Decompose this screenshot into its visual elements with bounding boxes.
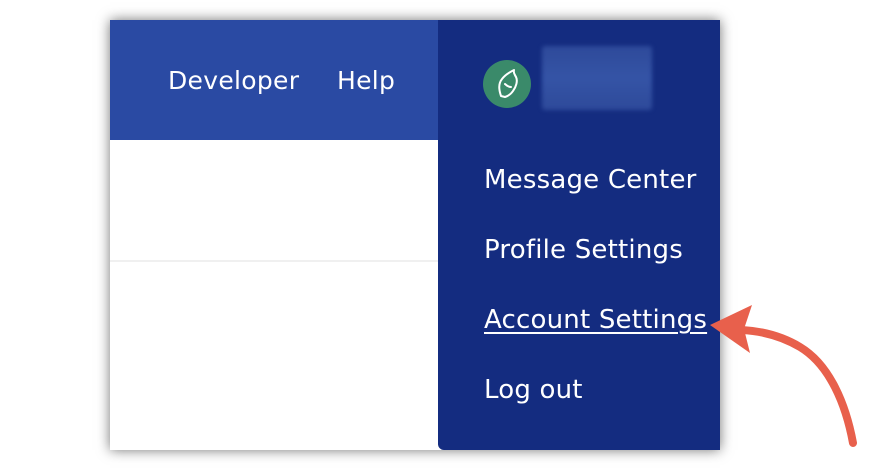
avatar-glyph-icon — [498, 69, 518, 98]
menu-item-profile-settings[interactable]: Profile Settings — [484, 234, 683, 266]
menu-item-account-settings[interactable]: Account Settings — [484, 304, 707, 336]
app-window: Developer Help Message Center Profile Se… — [110, 20, 720, 450]
blurred-username — [542, 46, 652, 110]
account-dropdown-menu: Message Center Profile Settings Account … — [438, 20, 720, 450]
nav-developer-link[interactable]: Developer — [168, 66, 299, 96]
screenshot-stage: Developer Help Message Center Profile Se… — [0, 0, 894, 470]
annotation-arrow-icon — [710, 305, 857, 447]
user-avatar-icon[interactable] — [483, 60, 531, 108]
content-divider — [110, 260, 438, 262]
menu-item-message-center[interactable]: Message Center — [484, 164, 697, 196]
nav-help-link[interactable]: Help — [337, 66, 395, 96]
menu-item-log-out[interactable]: Log out — [484, 374, 583, 406]
